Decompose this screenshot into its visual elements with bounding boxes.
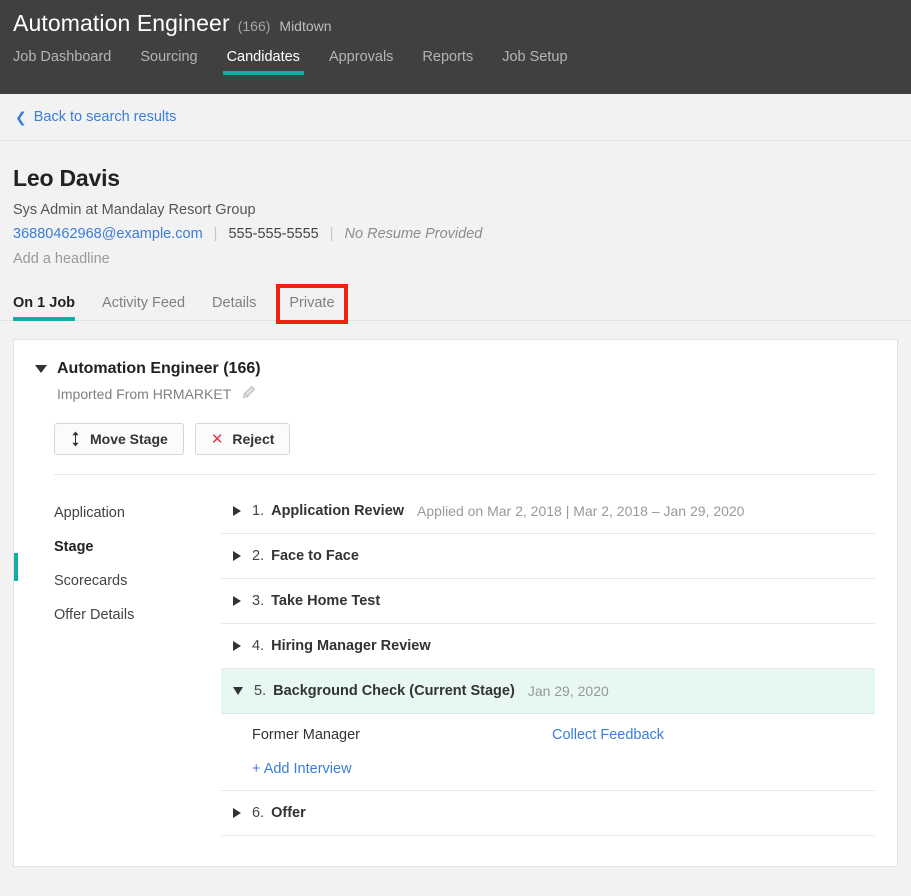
close-x-icon: ✕ [210, 431, 224, 448]
subnav-item-application[interactable]: Application [54, 496, 221, 530]
stage-row-2[interactable]: 2. Face to Face [221, 534, 875, 579]
job-req-count: (166) [237, 18, 271, 34]
nav-tab-sourcing[interactable]: Sourcing [140, 49, 197, 75]
contact-separator-2: | [329, 226, 334, 242]
active-subnav-indicator [14, 553, 18, 581]
move-stage-button[interactable]: Move Stage [54, 423, 184, 455]
expand-triangle-icon[interactable] [233, 551, 241, 561]
job-header-row: Automation Engineer (166) Midtown [0, 0, 911, 37]
interview-label: Former Manager [252, 727, 360, 743]
back-to-search-results-link[interactable]: ❮ Back to search results [15, 109, 176, 125]
stage-row-3[interactable]: 3. Take Home Test [221, 579, 875, 624]
card-subnav: Application Stage Scorecards Offer Detai… [14, 489, 221, 836]
page-title: Automation Engineer [13, 10, 230, 36]
contact-separator-1: | [213, 226, 218, 242]
card-header: Automation Engineer (166) Imported From … [14, 340, 897, 403]
candidate-summary: Leo Davis Sys Admin at Mandalay Resort G… [0, 141, 911, 267]
collapse-triangle-icon[interactable] [233, 687, 243, 695]
candidate-current-role: Sys Admin at Mandalay Resort Group [13, 202, 256, 218]
chevron-left-icon: ❮ [15, 109, 27, 125]
stage-meta: Applied on Mar 2, 2018 | Mar 2, 2018 – J… [417, 503, 745, 519]
job-location: Midtown [279, 18, 332, 34]
card-title-row[interactable]: Automation Engineer (166) [35, 360, 897, 378]
expand-triangle-icon[interactable] [233, 596, 241, 606]
job-application-card: Automation Engineer (166) Imported From … [13, 339, 898, 867]
move-stage-button-label: Move Stage [90, 431, 168, 447]
stage-list: 1. Application Review Applied on Mar 2, … [221, 489, 897, 836]
stage-meta: Jan 29, 2020 [527, 683, 609, 699]
stage-number: 5. [254, 683, 267, 699]
candidate-name: Leo Davis [13, 165, 120, 191]
stage-name: Take Home Test [271, 593, 381, 609]
card-action-buttons: Move Stage ✕ Reject [54, 423, 897, 455]
candidate-phone: 555-555-5555 [228, 226, 319, 242]
candidate-email-link[interactable]: 36880462968@example.com [13, 226, 203, 242]
nav-tab-reports[interactable]: Reports [422, 49, 473, 75]
stage-number: 3. [252, 593, 265, 609]
card-source-row: Imported From HRMARKET [57, 385, 897, 403]
stage-number: 4. [252, 638, 265, 654]
stage-number: 1. [252, 503, 265, 519]
card-body: Application Stage Scorecards Offer Detai… [14, 475, 897, 836]
stage-number: 2. [252, 548, 265, 564]
stage-name: Application Review [271, 503, 405, 519]
stage-row-1[interactable]: 1. Application Review Applied on Mar 2, … [221, 489, 875, 534]
stage-name: Face to Face [271, 548, 359, 564]
pencil-icon[interactable] [241, 385, 256, 403]
stage-number: 6. [252, 805, 265, 821]
nav-tab-candidates[interactable]: Candidates [222, 49, 305, 75]
nav-tab-approvals[interactable]: Approvals [329, 49, 393, 75]
reject-button-label: Reject [232, 431, 275, 447]
collapse-triangle-icon[interactable] [35, 365, 47, 373]
subnav-item-offer-details[interactable]: Offer Details [54, 598, 221, 632]
tab-private[interactable]: Private [276, 284, 348, 324]
expand-triangle-icon[interactable] [233, 808, 241, 818]
back-link-label: Back to search results [33, 109, 177, 125]
card-job-title: Automation Engineer (166) [57, 360, 261, 377]
stage-5-detail: Former Manager Collect Feedback + Add In… [221, 714, 875, 791]
resume-status: No Resume Provided [344, 226, 483, 242]
tab-activity-feed[interactable]: Activity Feed [102, 295, 185, 320]
stage-row-4[interactable]: 4. Hiring Manager Review [221, 624, 875, 669]
primary-nav: Job Dashboard Sourcing Candidates Approv… [0, 49, 911, 75]
stage-name: Hiring Manager Review [271, 638, 431, 654]
nav-tab-job-setup[interactable]: Job Setup [502, 49, 567, 75]
reject-button[interactable]: ✕ Reject [194, 423, 291, 455]
profile-tabs: On 1 Job Activity Feed Details Private [0, 284, 911, 324]
add-headline-link[interactable]: Add a headline [13, 251, 911, 267]
app-header: Automation Engineer (166) Midtown Job Da… [0, 0, 911, 94]
add-interview-link[interactable]: + Add Interview [233, 756, 875, 790]
collect-feedback-link[interactable]: Collect Feedback [552, 727, 664, 743]
move-updown-icon [70, 431, 81, 447]
expand-triangle-icon[interactable] [233, 641, 241, 651]
tab-details[interactable]: Details [212, 295, 256, 320]
nav-tab-job-dashboard[interactable]: Job Dashboard [13, 49, 111, 75]
stage-name: Background Check (Current Stage) [273, 683, 515, 699]
expand-triangle-icon[interactable] [233, 506, 241, 516]
stage-row-5-current[interactable]: 5. Background Check (Current Stage) Jan … [221, 669, 875, 714]
stage-row-6[interactable]: 6. Offer [221, 791, 875, 836]
subnav-item-scorecards[interactable]: Scorecards [54, 564, 221, 598]
subnav-item-stage[interactable]: Stage [54, 530, 221, 564]
candidate-profile-page: Automation Engineer (166) Midtown Job Da… [0, 0, 911, 896]
card-source-label: Imported From HRMARKET [57, 386, 232, 402]
candidate-contact-row: 36880462968@example.com | 555-555-5555 |… [13, 226, 911, 242]
back-bar: ❮ Back to search results [0, 94, 911, 141]
interview-row: Former Manager Collect Feedback [233, 714, 875, 756]
tab-on-1-job[interactable]: On 1 Job [13, 295, 76, 321]
stage-name: Offer [271, 805, 306, 821]
